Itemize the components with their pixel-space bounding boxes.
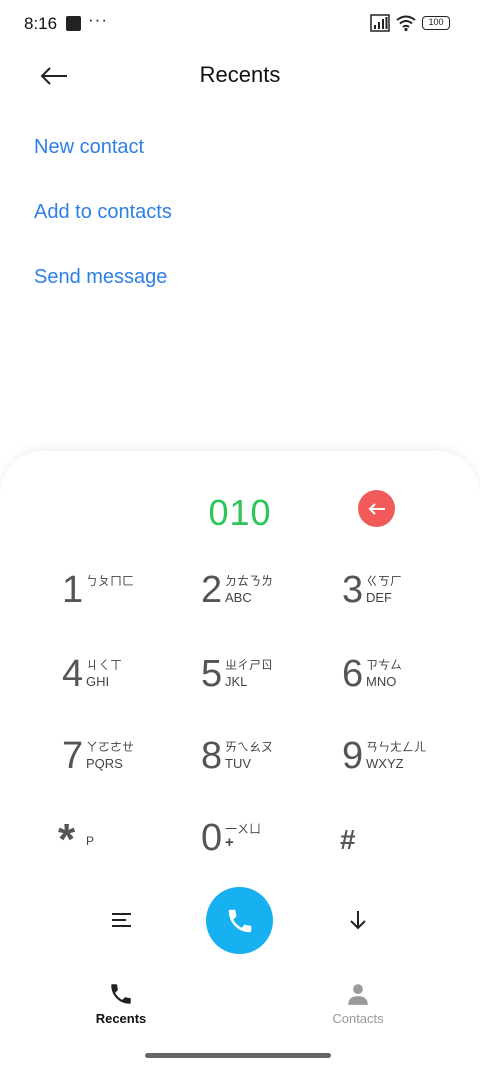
new-contact-link[interactable]: New contact — [34, 136, 144, 159]
key-hash[interactable]: # — [340, 816, 460, 872]
key-digit: 8 — [201, 735, 223, 777]
battery-icon: 100 — [422, 16, 450, 30]
key-digit: 6 — [342, 653, 364, 695]
backspace-arrow-icon — [368, 502, 385, 515]
key-1[interactable]: 1 ㄅㄆㄇㄈ — [62, 568, 182, 624]
key-7[interactable]: 7 ㄚㄛㄜㄝ PQRS — [62, 734, 182, 790]
key-letters: DEF — [366, 590, 392, 605]
key-digit: 2 — [201, 569, 223, 611]
key-digit: 1 — [62, 569, 84, 611]
key-digit: 4 — [62, 653, 84, 695]
key-letters: GHI — [86, 674, 110, 689]
arrow-down-icon — [350, 911, 366, 930]
tab-recents[interactable]: Recents — [61, 978, 181, 1032]
key-zhuyin: ㄞㄟㄠㄡ — [225, 740, 274, 754]
key-5[interactable]: 5 ㄓㄔㄕㄖ JKL — [201, 652, 321, 708]
key-zhuyin: ㄅㄆㄇㄈ — [86, 574, 135, 588]
key-letters: ABC — [225, 590, 252, 605]
key-letters: TUV — [225, 756, 251, 771]
key-digit: 0 — [201, 817, 223, 859]
status-bar: 8:16 ··· 100 — [0, 0, 480, 48]
key-zhuyin: ㄉㄊㄋㄌ — [225, 574, 274, 588]
person-icon — [348, 984, 368, 1005]
key-digit: 5 — [201, 653, 223, 695]
key-zhuyin: ㄚㄛㄜㄝ — [86, 740, 135, 754]
phone-icon — [111, 984, 131, 1004]
key-letters: + — [225, 834, 234, 851]
key-4[interactable]: 4 ㄐㄑㄒ GHI — [62, 652, 182, 708]
key-digit: # — [340, 824, 356, 855]
key-zhuyin: ㄗㄘㄙ — [366, 658, 403, 672]
add-to-contacts-link[interactable]: Add to contacts — [34, 201, 172, 224]
tab-contacts-label: Contacts — [332, 1011, 384, 1026]
collapse-keypad-button[interactable] — [340, 902, 376, 938]
key-zhuyin: ㄓㄔㄕㄖ — [225, 658, 274, 672]
key-letters: P — [86, 834, 95, 848]
call-button[interactable] — [206, 887, 273, 954]
tab-recents-label: Recents — [95, 1011, 147, 1026]
more-notifications-icon: ··· — [88, 10, 108, 29]
key-zhuyin: ㄍㄎㄏ — [366, 574, 403, 588]
key-8[interactable]: 8 ㄞㄟㄠㄡ TUV — [201, 734, 321, 790]
key-digit: 3 — [342, 569, 364, 611]
home-indicator[interactable] — [145, 1053, 331, 1058]
status-time: 8:16 — [24, 14, 58, 33]
menu-button[interactable] — [104, 902, 140, 938]
backspace-button[interactable] — [358, 490, 395, 527]
phone-icon — [228, 909, 251, 932]
notification-square-icon — [66, 16, 81, 31]
key-letters: MNO — [366, 674, 397, 689]
key-letters: WXYZ — [366, 756, 404, 771]
dialed-number: 010 — [208, 492, 272, 533]
key-letters: PQRS — [86, 756, 123, 771]
key-zhuyin: ㄢㄣㄤㄥㄦ — [366, 740, 427, 754]
key-2[interactable]: 2 ㄉㄊㄋㄌ ABC — [201, 568, 321, 624]
key-9[interactable]: 9 ㄢㄣㄤㄥㄦ WXYZ — [342, 734, 462, 790]
key-3[interactable]: 3 ㄍㄎㄏ DEF — [342, 568, 462, 624]
menu-lines-icon — [112, 913, 131, 927]
page-title: Recents — [199, 62, 281, 87]
wifi-icon — [396, 15, 416, 32]
key-digit: 7 — [62, 735, 84, 777]
key-zhuyin: ㄐㄑㄒ — [86, 658, 123, 672]
key-letters: JKL — [225, 674, 248, 689]
signal-icon — [370, 14, 390, 32]
key-6[interactable]: 6 ㄗㄘㄙ MNO — [342, 652, 462, 708]
key-digit: * — [58, 815, 76, 864]
send-message-link[interactable]: Send message — [34, 266, 167, 289]
key-0[interactable]: 0 一ㄨㄩ + — [201, 816, 321, 872]
key-digit: 9 — [342, 735, 364, 777]
key-star[interactable]: * P — [58, 816, 178, 872]
tab-contacts[interactable]: Contacts — [298, 978, 418, 1032]
